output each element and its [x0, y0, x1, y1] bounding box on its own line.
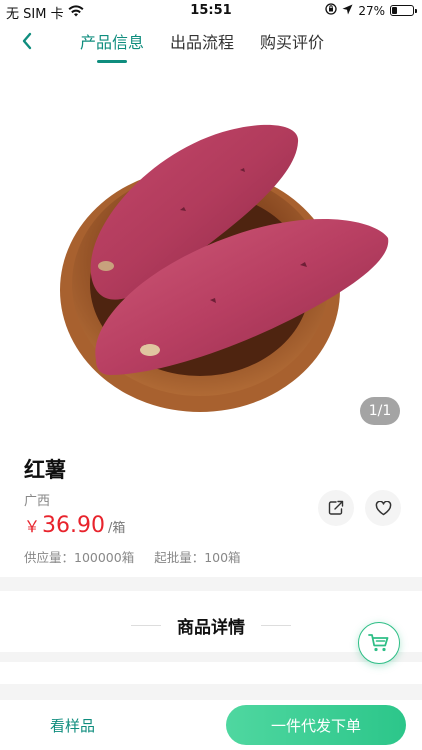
divider-line-left — [131, 624, 161, 626]
product-name: 红薯 — [24, 458, 66, 482]
back-button[interactable] — [14, 28, 40, 54]
bottom-action-bar: 看样品 一件代发下单 — [0, 700, 422, 750]
view-sample-button[interactable]: 看样品 — [50, 715, 95, 736]
location-icon — [342, 4, 353, 18]
detail-title: 商品详情 — [177, 617, 245, 638]
share-icon — [328, 500, 344, 515]
product-info: 红薯 广西 ￥ 36.90 /箱 供应量：100000箱 起批量：100箱 — [0, 440, 422, 575]
product-price: ￥ 36.90 /箱 — [24, 513, 125, 538]
favorite-button[interactable] — [365, 490, 401, 526]
cart-button[interactable] — [358, 622, 400, 664]
supply-quantity: 供应量：100000箱 — [24, 550, 135, 565]
dropship-order-button[interactable]: 一件代发下单 — [226, 705, 406, 745]
share-button[interactable] — [318, 490, 354, 526]
price-unit: /箱 — [108, 521, 126, 536]
sweet-potato-image — [60, 124, 389, 412]
section-divider — [0, 684, 422, 700]
product-image[interactable]: 1/1 — [0, 70, 422, 438]
cart-icon — [368, 634, 389, 652]
image-counter-badge: 1/1 — [360, 397, 400, 425]
section-divider — [0, 577, 422, 591]
status-bar: 无 SIM 卡 15:51 27% — [0, 0, 422, 22]
battery-icon — [390, 5, 417, 16]
currency-symbol: ￥ — [24, 517, 41, 536]
heart-icon — [375, 500, 391, 515]
tab-production-process[interactable]: 出品流程 — [170, 29, 234, 61]
tab-product-info[interactable]: 产品信息 — [80, 29, 144, 61]
orientation-lock-icon — [325, 3, 337, 18]
tab-bar: 产品信息 出品流程 购买评价 — [80, 29, 324, 61]
battery-fill — [392, 7, 397, 14]
back-chevron-icon — [22, 32, 32, 50]
min-batch-quantity: 起批量：100箱 — [154, 550, 241, 565]
price-value: 36.90 — [42, 513, 105, 538]
tab-reviews[interactable]: 购买评价 — [260, 29, 324, 61]
top-nav: 产品信息 出品流程 购买评价 — [0, 22, 422, 68]
product-origin: 广西 — [24, 494, 51, 509]
divider-line-right — [261, 624, 291, 626]
status-right: 27% — [325, 3, 417, 18]
supply-info: 供应量：100000箱 起批量：100箱 — [24, 547, 257, 566]
battery-percent: 27% — [358, 3, 385, 18]
section-divider — [0, 652, 422, 662]
